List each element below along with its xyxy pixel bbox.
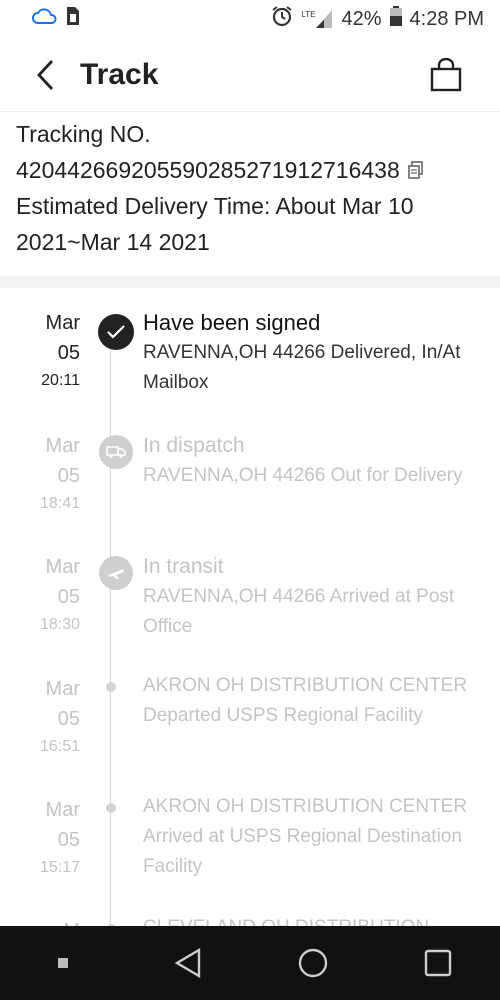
tracking-timeline: Mar 05 20:11 Have been signed RAVENNA,OH… [0,292,500,926]
event-desc: RAVENNA,OH 44266 Delivered, In/At [143,342,461,363]
event-desc: RAVENNA,OH 44266 Out for Delivery [143,465,463,486]
checkmark-icon [98,314,134,350]
back-button[interactable] [26,55,66,95]
battery-icon [389,6,402,32]
tracking-label: Tracking NO. [16,121,151,147]
system-nav-bar [0,926,500,1000]
clock-time: 4:28 PM [409,7,484,30]
event-time: 16:51 [39,738,80,755]
event-time: 18:30 [39,616,80,633]
network-label: LTE [301,10,316,19]
event-month: Mar [45,678,80,700]
timeline-line [110,332,111,926]
event-title: Have been signed [143,310,321,335]
sim-card-icon [66,6,80,32]
page-title: Track [80,57,159,91]
event-date: M [0,916,80,926]
event-title: In transit [143,555,224,578]
status-right: LTE 42% 4:28 PM [271,5,484,33]
signal-icon: LTE [301,9,333,29]
battery-percent: 42% [341,7,382,30]
estimate-line-2: 2021~Mar 14 2021 [16,229,210,255]
event-text: In transit RAVENNA,OH 44266 Arrived at P… [143,552,488,642]
event-desc: RAVENNA,OH 44266 Arrived at Post [143,586,455,607]
event-day: 05 [57,342,80,364]
event-desc: Facility [143,856,203,877]
header-left: Track [26,55,158,95]
event-time: 20:11 [41,372,80,389]
event-day: 05 [57,465,80,487]
dot-icon [106,803,116,813]
event-text: Have been signed RAVENNA,OH 44266 Delive… [143,308,488,398]
event-date: Mar 05 18:30 [0,552,80,638]
app-header: Track [0,38,500,112]
dot-icon [106,682,116,692]
event-text: CLEVELAND OH DISTRIBUTION [143,913,488,926]
overview-square-icon[interactable] [408,933,468,993]
event-month: M [0,916,80,926]
event-desc: AKRON OH DISTRIBUTION CENTER [143,675,468,696]
event-month: Mar [45,799,80,821]
event-month: Mar [45,556,80,578]
event-date: Mar 05 20:11 [0,308,80,394]
tracking-info: Tracking NO. 420442669205590285271912716… [16,116,486,260]
tracking-number-row: 420442669205590285271912716438 [16,152,486,188]
home-circle-icon[interactable] [283,933,343,993]
copy-icon[interactable] [407,161,424,179]
event-desc: AKRON OH DISTRIBUTION CENTER [143,796,468,817]
alarm-icon [271,5,293,33]
bag-button[interactable] [426,55,466,95]
airplane-icon [99,556,133,590]
status-left [32,6,80,32]
event-day: 05 [57,829,80,851]
event-text: In dispatch RAVENNA,OH 44266 Out for Del… [143,431,488,491]
event-desc: Office [143,616,193,637]
truck-icon [99,435,133,469]
chevron-left-icon [37,59,54,90]
event-day: 05 [57,708,80,730]
estimate-line-1: Estimated Delivery Time: About Mar 10 [16,193,414,219]
event-date: Mar 05 16:51 [0,674,80,760]
event-date: Mar 05 15:17 [0,795,80,881]
status-bar: LTE 42% 4:28 PM [0,0,500,38]
recents-dot-icon[interactable] [33,933,93,993]
back-triangle-icon[interactable] [158,933,218,993]
event-time: 18:41 [39,495,80,512]
event-title: In dispatch [143,434,245,457]
event-month: Mar [45,312,80,334]
event-day: 05 [57,586,80,608]
event-text: AKRON OH DISTRIBUTION CENTER Arrived at … [143,792,488,882]
event-text: AKRON OH DISTRIBUTION CENTER Departed US… [143,671,488,731]
event-month: Mar [45,435,80,457]
section-divider [0,276,500,288]
event-desc: Departed USPS Regional Facility [143,705,423,726]
tracking-number: 420442669205590285271912716438 [16,157,400,183]
event-desc: Mailbox [143,372,209,393]
event-desc: CLEVELAND OH DISTRIBUTION [143,913,488,926]
event-time: 15:17 [39,859,80,876]
event-desc: Arrived at USPS Regional Destination [143,826,462,847]
event-date: Mar 05 18:41 [0,431,80,517]
shopping-bag-icon [430,57,462,91]
cloud-icon [32,7,58,31]
